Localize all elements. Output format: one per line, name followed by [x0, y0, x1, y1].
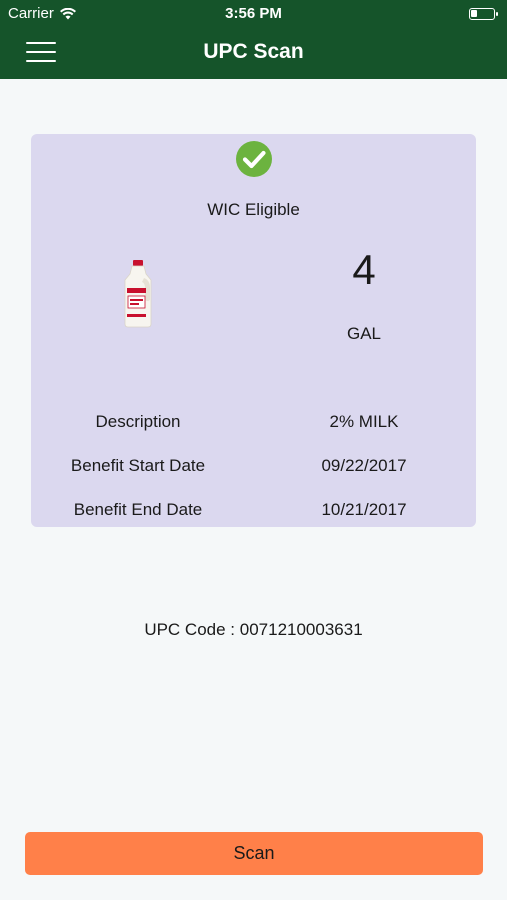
page-title: UPC Scan — [203, 40, 304, 63]
navigation-bar: UPC Scan — [0, 28, 507, 79]
eligibility-status: WIC Eligible — [207, 200, 300, 219]
scan-result-card: WIC Eligible 4 GAL Description 2% MILK B… — [31, 134, 476, 527]
benefit-start-date-label: Benefit Start Date — [70, 456, 206, 475]
upc-code-line: UPC Code : 0071210003631 — [0, 620, 507, 640]
check-circle-icon — [236, 141, 272, 177]
description-value: 2% MILK — [329, 412, 399, 431]
upc-code-label: UPC Code : — [144, 620, 236, 639]
battery-level — [471, 10, 477, 17]
milk-jug-image — [124, 260, 152, 328]
benefit-unit: GAL — [346, 324, 382, 343]
battery-icon — [469, 8, 498, 20]
benefit-start-date-value: 09/22/2017 — [321, 456, 407, 475]
description-label: Description — [95, 412, 181, 431]
upc-code-value: 0071210003631 — [239, 620, 363, 639]
benefit-end-date-label: Benefit End Date — [73, 500, 203, 519]
status-time: 3:56 PM — [225, 5, 282, 22]
benefit-quantity: 4 — [352, 246, 376, 293]
scan-button[interactable]: Scan — [25, 832, 483, 875]
benefit-end-date-value: 10/21/2017 — [321, 500, 407, 519]
status-bar: Carrier 3:56 PM — [0, 0, 507, 28]
